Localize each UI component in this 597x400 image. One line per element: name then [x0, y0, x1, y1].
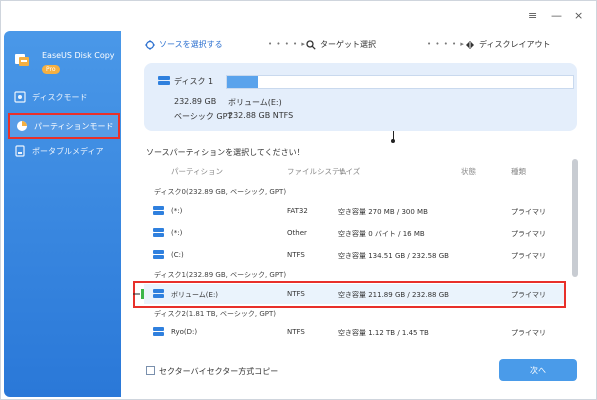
step-label: ターゲット選択	[320, 40, 376, 49]
partition-capacity: 空き容量 0 バイト / 16 MB	[338, 230, 425, 238]
scrollbar-thumb[interactable]	[572, 159, 578, 277]
partition-type: プライマリ	[511, 208, 546, 216]
brand: EaseUS Disk Copy Pro	[14, 49, 119, 79]
partition-capacity: 空き容量 270 MB / 300 MB	[338, 208, 428, 216]
partition-name: (*:)	[171, 207, 183, 215]
step-separator: • • • • ▸	[427, 40, 465, 48]
sidebar-item-label: パーティションモード	[34, 121, 114, 131]
partition-filesystem: FAT32	[287, 207, 308, 215]
disk-usage-fill	[227, 76, 259, 88]
partition-type: プライマリ	[511, 252, 546, 260]
table-row[interactable]: Ryo(D:) NTFS 空き容量 1.12 TB / 1.45 TB プライマ…	[144, 322, 564, 342]
volume-info: 232.88 GB NTFS	[228, 111, 294, 120]
sidebar-item-portable-media[interactable]: ポータブルメディア	[14, 141, 118, 161]
step-label: ディスクレイアウト	[479, 40, 551, 49]
step-select-source[interactable]: ソースを選択する	[145, 39, 223, 50]
minimize-button[interactable]: —	[551, 9, 562, 22]
select-prompt: ソースパーティションを選択してください！	[146, 148, 305, 157]
disk-group-header: ディスク0(232.89 GB, ベーシック, GPT)	[154, 188, 287, 196]
table-row[interactable]: (*:) FAT32 空き容量 270 MB / 300 MB プライマリ	[144, 201, 564, 221]
header-type[interactable]: 種類	[511, 166, 526, 177]
step-label: ソースを選択する	[159, 40, 223, 49]
step-select-target[interactable]: ターゲット選択	[306, 39, 376, 50]
sidebar: EaseUS Disk Copy Pro ディスクモード パーティションモード …	[4, 31, 121, 397]
partition-name: (*:)	[171, 229, 183, 237]
target-icon	[145, 39, 155, 50]
app-logo-icon	[15, 54, 29, 66]
selection-marker-icon	[133, 289, 144, 299]
table-row[interactable]: (C:) NTFS 空き容量 134.51 GB / 232.58 GB プライ…	[144, 245, 564, 265]
drive-icon	[153, 206, 164, 215]
header-partition[interactable]: パーティション	[171, 166, 223, 177]
partition-type: プライマリ	[511, 329, 546, 337]
partition-type: プライマリ	[511, 230, 546, 238]
close-button[interactable]: ×	[574, 9, 583, 22]
volume-name: ボリューム(E:)	[228, 98, 282, 107]
drive-icon	[153, 250, 164, 259]
next-button[interactable]: 次へ	[499, 359, 577, 381]
wizard-steps: ソースを選択する • • • • ▸ ターゲット選択 • • • • ▸ ディス…	[141, 39, 581, 53]
partition-icon	[17, 121, 27, 131]
partition-filesystem: NTFS	[287, 328, 305, 336]
connector-dot	[391, 139, 395, 143]
brand-name: EaseUS Disk Copy	[42, 51, 115, 60]
header-status[interactable]: 状態	[461, 166, 476, 177]
search-icon	[306, 39, 316, 50]
drive-icon	[158, 76, 170, 85]
partition-capacity: 空き容量 1.12 TB / 1.45 TB	[338, 329, 429, 337]
step-separator: • • • • ▸	[268, 40, 306, 48]
disk-icon	[14, 91, 26, 103]
sidebar-item-label: ポータブルメディア	[32, 146, 104, 156]
partition-name: (C:)	[171, 251, 184, 259]
selection-highlight-outline	[133, 281, 566, 308]
header-size[interactable]: サイズ	[338, 166, 360, 177]
disk-type: ベーシック GPT	[174, 112, 233, 121]
drive-icon	[153, 228, 164, 237]
table-row[interactable]: (*:) Other 空き容量 0 バイト / 16 MB プライマリ	[144, 223, 564, 243]
disk-name: ディスク 1	[174, 77, 214, 86]
sidebar-item-label: ディスクモード	[32, 92, 88, 102]
sector-copy-checkbox[interactable]	[146, 366, 155, 375]
portable-icon	[15, 145, 25, 157]
disk-group-header: ディスク1(232.89 GB, ベーシック, GPT)	[154, 271, 287, 279]
menu-icon[interactable]: ≡	[528, 9, 537, 22]
disk-group-header: ディスク2(1.81 TB, ベーシック, GPT)	[154, 310, 276, 318]
partition-filesystem: NTFS	[287, 251, 305, 259]
sector-copy-label[interactable]: セクターバイセクター方式コピー	[159, 366, 278, 377]
layout-icon	[466, 40, 474, 49]
step-disk-layout[interactable]: ディスクレイアウト	[465, 39, 550, 50]
table-header: パーティション ファイルシステム サイズ 状態 種類	[144, 163, 574, 179]
drive-icon	[153, 327, 164, 336]
partition-name: Ryo(D:)	[171, 328, 198, 336]
sidebar-item-disk-mode[interactable]: ディスクモード	[14, 87, 118, 107]
disk-size: 232.89 GB	[174, 97, 217, 106]
app-window: ≡ — × EaseUS Disk Copy Pro ディスクモード パーティシ…	[0, 0, 597, 400]
pro-badge: Pro	[42, 65, 60, 74]
partition-capacity: 空き容量 134.51 GB / 232.58 GB	[338, 252, 449, 260]
partition-filesystem: Other	[287, 229, 307, 237]
disk-usage-bar	[226, 75, 574, 89]
disk-card[interactable]: ディスク 1 232.89 GB ベーシック GPT ボリューム(E:) 232…	[144, 63, 577, 131]
sidebar-item-partition-mode[interactable]: パーティションモード	[8, 113, 120, 139]
